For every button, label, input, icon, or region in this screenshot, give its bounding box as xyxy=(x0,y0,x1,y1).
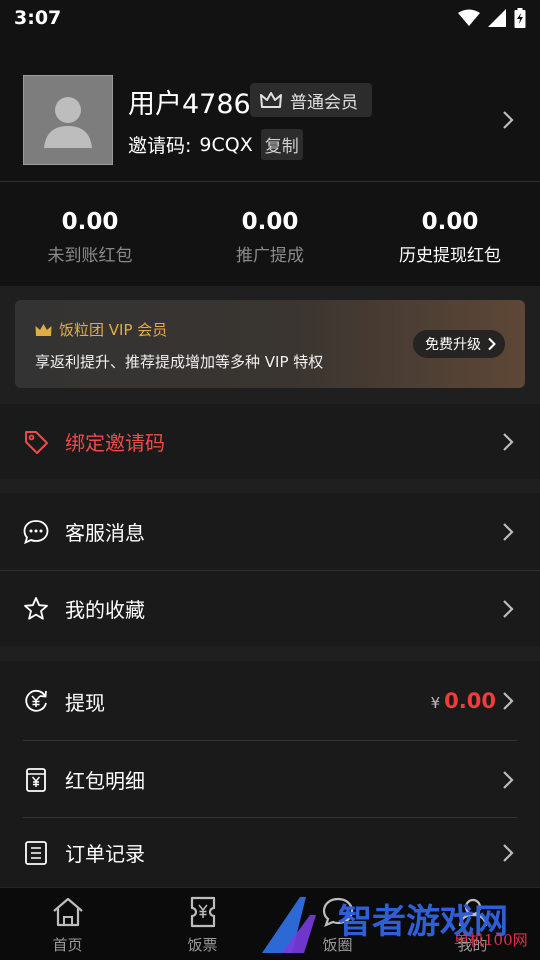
red-packet-icon xyxy=(23,767,49,793)
stat-pending-red-packet[interactable]: 0.00 未到账红包 xyxy=(0,183,180,286)
chevron-right-icon xyxy=(488,337,496,351)
stat-promotion-commission[interactable]: 0.00 推广提成 xyxy=(180,183,360,286)
free-upgrade-button[interactable]: 免费升级 xyxy=(413,330,505,358)
invite-code-label: 邀请码: xyxy=(128,135,192,157)
default-avatar-icon xyxy=(44,97,92,148)
stat-label: 未到账红包 xyxy=(47,246,133,266)
chevron-right-icon xyxy=(503,522,514,541)
section-gap xyxy=(0,646,540,661)
bind-invite-code-row[interactable]: 绑定邀请码 xyxy=(0,404,540,479)
order-records-label: 订单记录 xyxy=(65,842,145,866)
order-list-icon xyxy=(23,840,49,866)
status-icons xyxy=(458,8,526,28)
chevron-right-icon xyxy=(503,432,514,451)
home-icon xyxy=(52,897,83,927)
star-icon xyxy=(23,596,49,622)
stat-label: 历史提现红包 xyxy=(399,246,501,266)
signal-icon xyxy=(488,9,506,27)
invite-code-value: 9CQX xyxy=(199,133,253,156)
withdraw-label: 提现 xyxy=(65,690,105,715)
invite-code-row: 邀请码: 9CQX 复制 xyxy=(128,129,303,160)
wifi-icon xyxy=(458,9,480,26)
stat-label: 推广提成 xyxy=(236,246,304,266)
watermark-logo: 智者游戏网 单机100网 xyxy=(262,897,528,953)
member-level-badge: 普通会员 xyxy=(250,83,372,117)
order-records-row[interactable]: 订单记录 xyxy=(0,818,540,887)
crown-icon xyxy=(35,323,52,336)
stat-value: 0.00 xyxy=(61,209,119,235)
stat-value: 0.00 xyxy=(421,209,479,235)
status-time: 3:07 xyxy=(14,7,62,29)
member-level-label: 普通会员 xyxy=(290,92,358,113)
message-bubble-icon xyxy=(23,519,49,545)
chevron-right-icon xyxy=(503,843,514,862)
status-bar: 3:07 xyxy=(0,0,540,36)
nav-label: 首页 xyxy=(52,936,83,954)
chevron-right-icon xyxy=(503,111,514,129)
section-gap xyxy=(0,479,540,493)
tag-icon xyxy=(23,429,49,455)
stats-row: 0.00 未到账红包 0.00 推广提成 0.00 历史提现红包 xyxy=(0,183,540,286)
currency-symbol: ¥ xyxy=(430,694,441,712)
avatar[interactable] xyxy=(23,75,113,165)
watermark-subtext: 单机100网 xyxy=(454,931,528,949)
customer-service-label: 客服消息 xyxy=(65,521,145,545)
favorites-label: 我的收藏 xyxy=(65,598,145,622)
stat-withdraw-history[interactable]: 0.00 历史提现红包 xyxy=(360,183,540,286)
stat-value: 0.00 xyxy=(241,209,299,235)
bind-invite-code-label: 绑定邀请码 xyxy=(65,431,165,455)
profile-header[interactable]: 用户4786 普通会员 邀请码: 9CQX 复制 xyxy=(0,36,540,182)
nav-label: 饭票 xyxy=(187,936,218,954)
customer-service-row[interactable]: 客服消息 xyxy=(0,493,540,570)
chevron-right-icon xyxy=(503,599,514,618)
vip-description: 享返利提升、推荐提成增加等多种 VIP 特权 xyxy=(35,353,324,371)
chevron-right-icon xyxy=(503,770,514,789)
favorites-row[interactable]: 我的收藏 xyxy=(0,571,540,646)
copy-invite-code-button[interactable]: 复制 xyxy=(260,129,303,160)
nav-item-home[interactable]: 首页 xyxy=(0,888,135,960)
withdraw-row[interactable]: 提现 ¥ 0.00 xyxy=(0,661,540,741)
battery-icon xyxy=(514,8,526,28)
ticket-icon xyxy=(190,896,215,928)
vip-title: 饭粒团 VIP 会员 xyxy=(35,319,167,340)
vip-title-label: 饭粒团 VIP 会员 xyxy=(59,321,168,339)
red-packet-detail-row[interactable]: 红包明细 xyxy=(0,741,540,818)
vip-card[interactable]: 饭粒团 VIP 会员 享返利提升、推荐提成增加等多种 VIP 特权 免费升级 xyxy=(15,300,525,388)
crown-icon xyxy=(260,92,282,108)
username: 用户4786 xyxy=(128,89,251,120)
withdraw-balance: ¥ 0.00 xyxy=(431,689,496,713)
chevron-right-icon xyxy=(503,692,514,710)
red-packet-detail-label: 红包明细 xyxy=(65,769,145,793)
nav-item-ticket[interactable]: 饭票 xyxy=(135,888,270,960)
yen-cycle-icon xyxy=(23,688,49,714)
free-upgrade-label: 免费升级 xyxy=(425,337,481,353)
withdraw-amount: 0.00 xyxy=(444,689,496,713)
header-divider xyxy=(0,181,540,182)
